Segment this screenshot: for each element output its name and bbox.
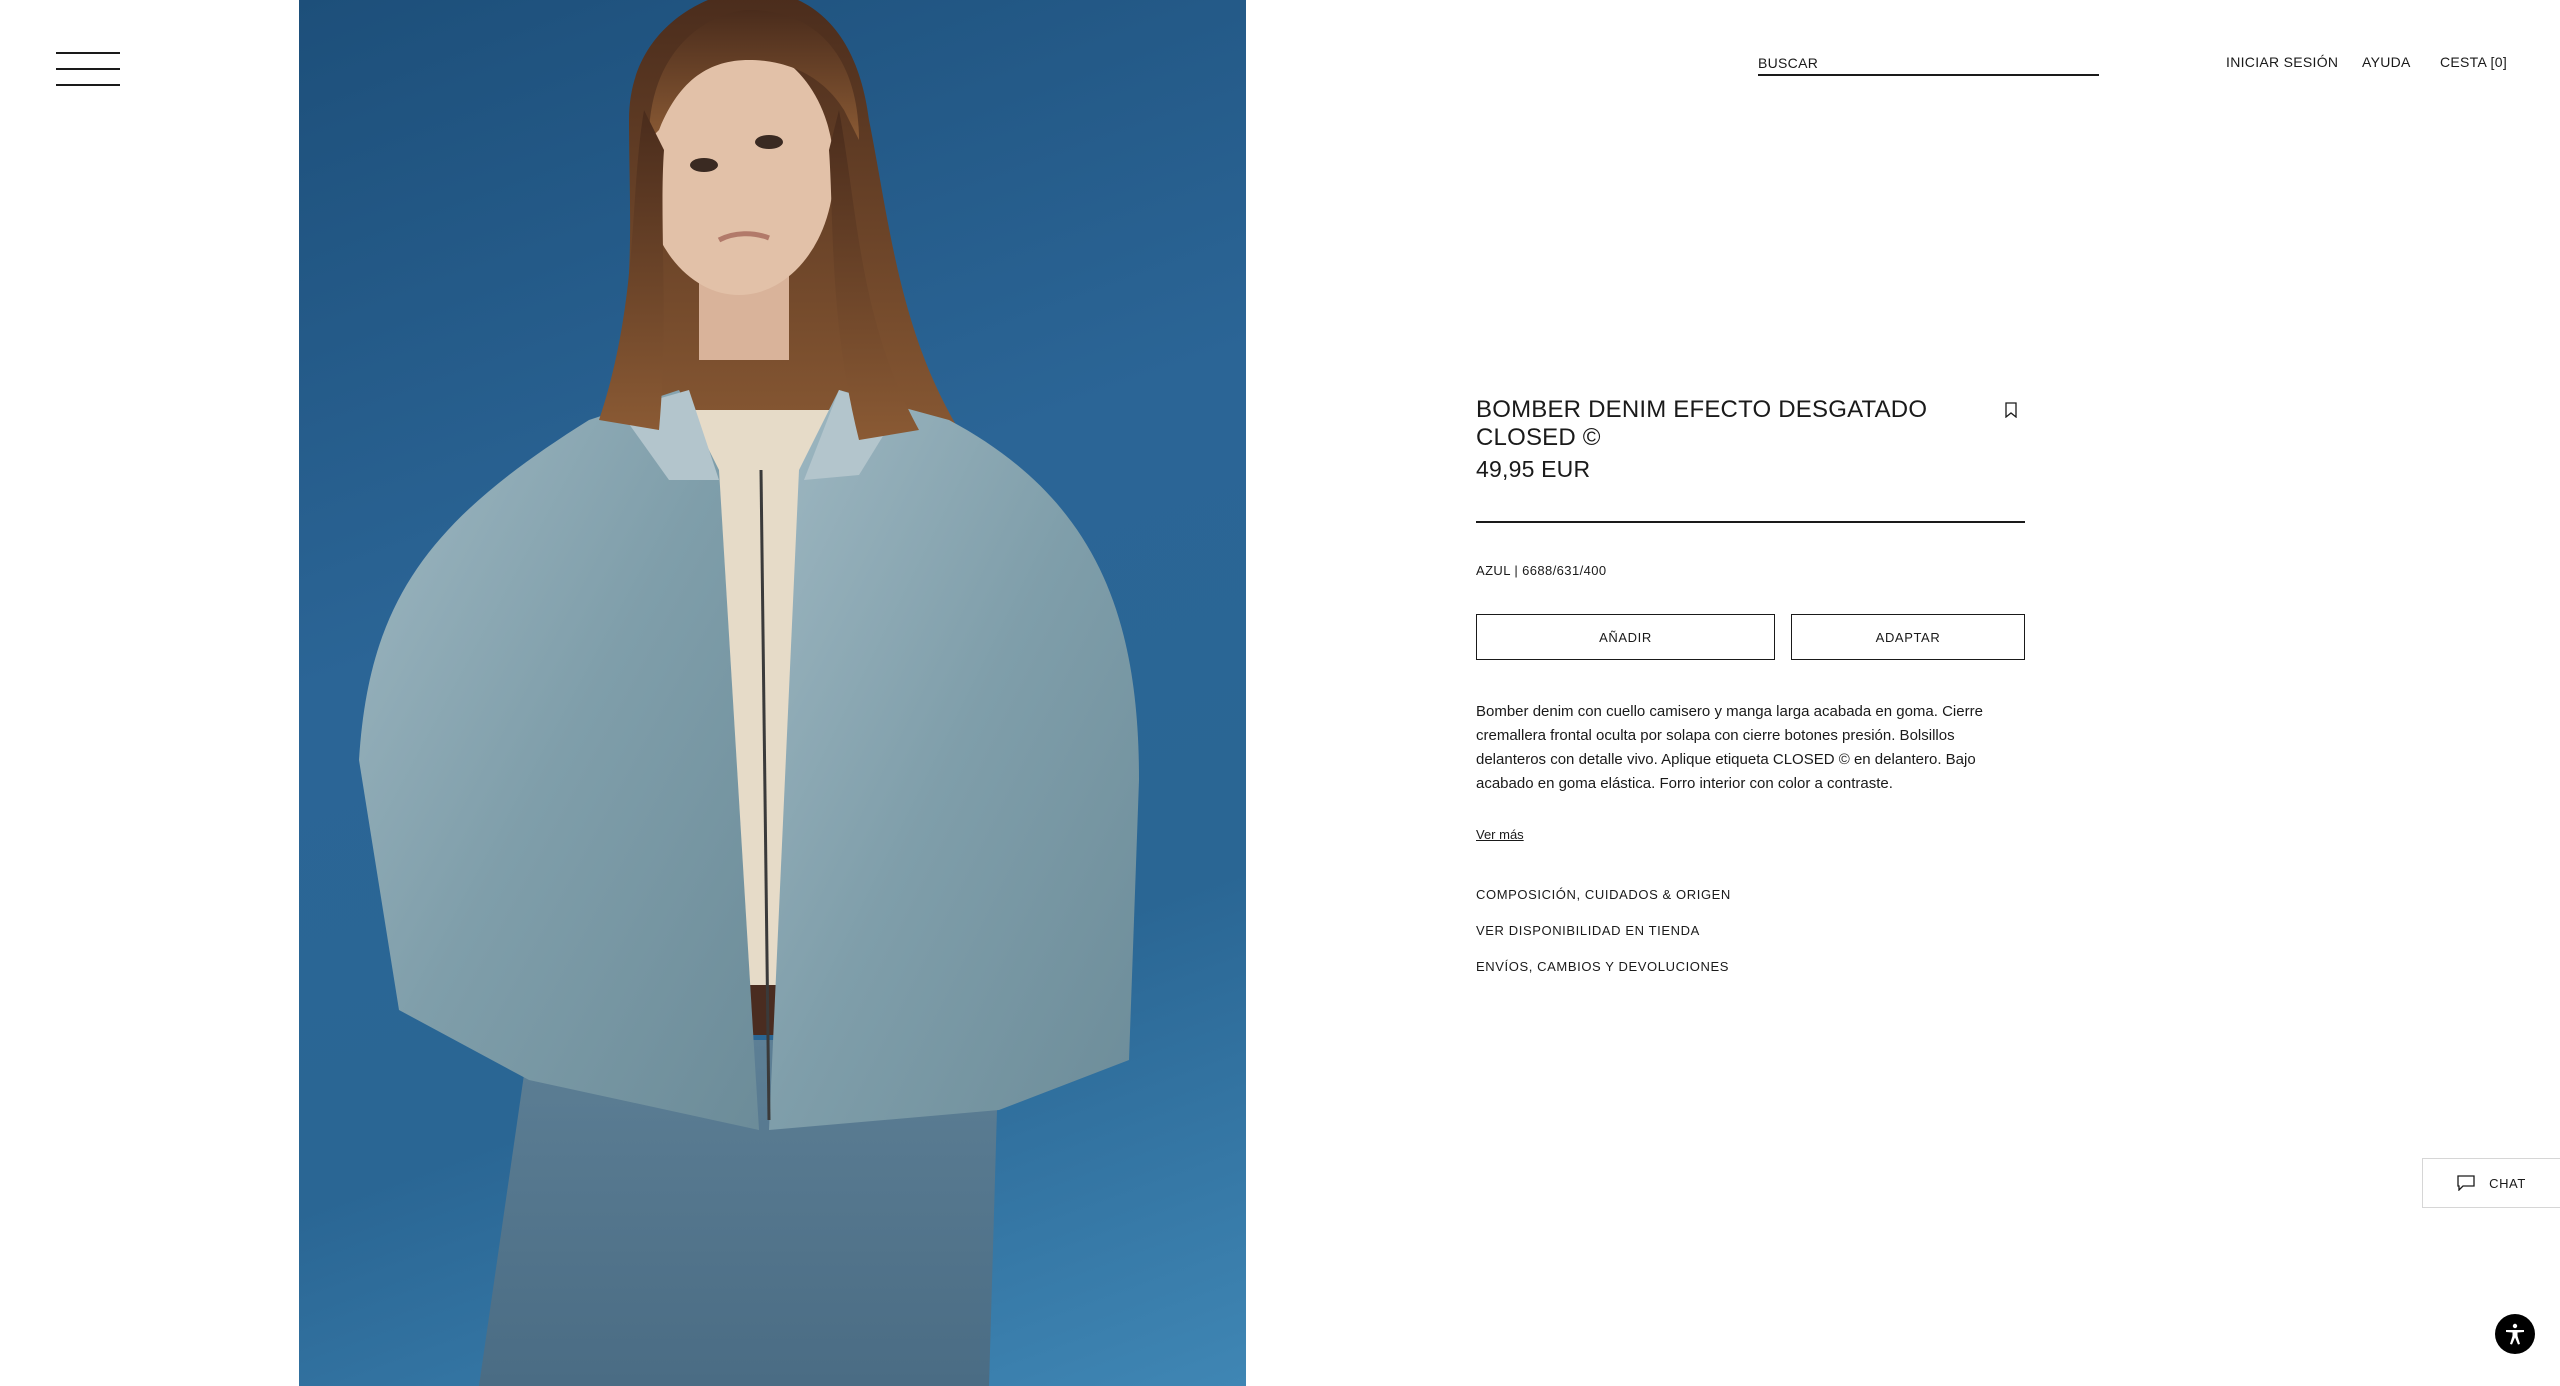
- accessibility-button[interactable]: [2495, 1314, 2535, 1354]
- login-link[interactable]: INICIAR SESIÓN: [2226, 54, 2338, 70]
- product-title: BOMBER DENIM EFECTO DESGATADO CLOSED ©: [1476, 396, 1928, 451]
- product-price: 49,95 EUR: [1476, 456, 1591, 482]
- title-row: BOMBER DENIM EFECTO DESGATADO CLOSED ©: [1476, 396, 2025, 452]
- chat-button[interactable]: CHAT: [2422, 1158, 2560, 1208]
- menu-line: [56, 68, 120, 70]
- product-image[interactable]: [299, 0, 1246, 1386]
- product-page: BUSCAR INICIAR SESIÓN AYUDA CESTA [0] BO…: [0, 0, 2560, 1386]
- cart-link[interactable]: CESTA [0]: [2440, 54, 2507, 70]
- chat-bubble-icon: [2457, 1175, 2475, 1191]
- search-input[interactable]: BUSCAR: [1758, 52, 2099, 76]
- store-availability-link[interactable]: VER DISPONIBILIDAD EN TIENDA: [1476, 922, 2025, 958]
- product-info: BOMBER DENIM EFECTO DESGATADO CLOSED © 4…: [1476, 396, 2025, 994]
- bookmark-icon[interactable]: [2005, 402, 2017, 418]
- composition-care-origin-link[interactable]: COMPOSICIÓN, CUIDADOS & ORIGEN: [1476, 886, 2025, 922]
- divider: [1476, 521, 2025, 523]
- hamburger-menu-icon[interactable]: [56, 52, 120, 88]
- chat-label: CHAT: [2489, 1175, 2526, 1191]
- product-photo-illustration: [359, 0, 1139, 1386]
- menu-line: [56, 52, 120, 54]
- shipping-returns-link[interactable]: ENVÍOS, CAMBIOS Y DEVOLUCIONES: [1476, 958, 2025, 994]
- accessibility-icon: [2506, 1323, 2524, 1345]
- product-links: COMPOSICIÓN, CUIDADOS & ORIGEN VER DISPO…: [1476, 886, 2025, 994]
- help-link[interactable]: AYUDA: [2362, 54, 2411, 70]
- menu-line: [56, 84, 120, 86]
- product-description: Bomber denim con cuello camisero y manga…: [1476, 703, 1983, 792]
- product-actions: AÑADIR ADAPTAR: [1476, 614, 2025, 660]
- search-label: BUSCAR: [1758, 55, 1819, 71]
- add-to-cart-button[interactable]: AÑADIR: [1476, 614, 1775, 660]
- see-more-link[interactable]: Ver más: [1476, 827, 1524, 842]
- adapt-button[interactable]: ADAPTAR: [1791, 614, 2025, 660]
- product-reference: AZUL | 6688/631/400: [1476, 563, 1607, 578]
